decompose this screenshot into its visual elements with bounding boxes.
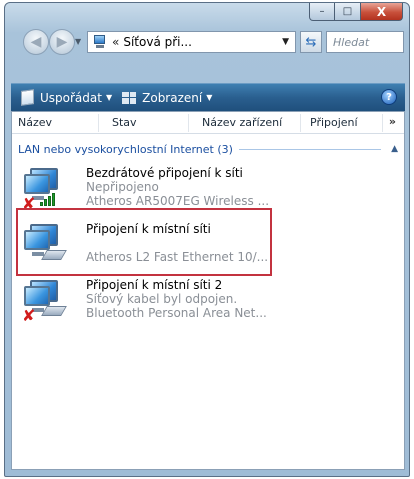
breadcrumb-current[interactable]: Síťová při... (123, 35, 192, 49)
lan-disconnected-icon: ✘ (22, 278, 74, 326)
views-icon (122, 91, 137, 104)
command-toolbar: Uspořádat ▼ Zobrazení ▼ ? (11, 83, 405, 111)
views-label: Zobrazení (142, 90, 203, 105)
item-name: Bezdrátové připojení k síti (86, 166, 243, 180)
caption-buttons: – □ X (309, 3, 403, 23)
chevron-down-icon: ▼ (206, 93, 213, 102)
organize-menu-button[interactable]: Uspořádat ▼ (21, 87, 112, 109)
breadcrumb-separator[interactable]: « (112, 35, 119, 49)
address-dropdown-icon[interactable]: ▼ (282, 37, 289, 47)
chevron-down-icon: ▼ (105, 93, 113, 102)
item-status: Nepřipojeno (86, 180, 159, 194)
maximize-button[interactable]: □ (335, 3, 361, 21)
column-header-connection[interactable]: Připojení (310, 116, 358, 129)
navigation-bar: ◀ ▶ ▼ « Síťová při... ▼ ⇆ Hledat (15, 29, 405, 57)
column-header-device[interactable]: Název zařízení (202, 116, 282, 129)
item-status: Síťový kabel byl odpojen. (86, 292, 238, 306)
refresh-button[interactable]: ⇆ (300, 31, 322, 53)
back-button[interactable]: ◀ (23, 29, 49, 55)
item-device: Bluetooth Personal Area Net... (86, 306, 267, 320)
item-device: Atheros AR5007EG Wireless ... (86, 194, 270, 208)
item-name: Připojení k místní síti 2 (86, 278, 223, 292)
highlight-frame (16, 208, 272, 276)
refresh-icon: ⇆ (305, 34, 317, 50)
group-header[interactable]: LAN nebo vysokorychlostní Internet (3) ▲ (18, 142, 398, 156)
minimize-button[interactable]: – (309, 3, 335, 21)
column-headers: Název Stav Název zařízení Připojení » (12, 112, 404, 134)
organize-icon (21, 89, 34, 106)
file-list-pane: Název Stav Název zařízení Připojení » LA… (11, 111, 405, 470)
forward-arrow-icon: ▶ (56, 34, 68, 50)
recent-pages-dropdown[interactable]: ▼ (75, 37, 81, 46)
wireless-disconnected-icon: ✘ (22, 166, 74, 214)
column-header-status[interactable]: Stav (112, 116, 137, 129)
group-divider (238, 148, 382, 150)
search-input[interactable]: Hledat (326, 31, 404, 53)
back-arrow-icon: ◀ (30, 34, 42, 50)
help-button[interactable]: ? (381, 89, 397, 105)
group-label: LAN nebo vysokorychlostní Internet (3) (18, 142, 233, 156)
column-header-name[interactable]: Název (18, 116, 52, 129)
list-item[interactable]: ✘ Připojení k místní síti 2 Síťový kabel… (22, 278, 382, 334)
more-columns-button[interactable]: » (389, 115, 396, 128)
forward-button[interactable]: ▶ (49, 29, 75, 55)
close-button[interactable]: X (361, 3, 403, 21)
collapse-group-icon[interactable]: ▲ (391, 144, 398, 154)
address-bar[interactable]: « Síťová při... ▼ (87, 31, 296, 53)
network-connections-icon (92, 34, 108, 50)
views-menu-button[interactable]: Zobrazení ▼ (122, 87, 212, 109)
organize-label: Uspořádat (40, 90, 102, 105)
